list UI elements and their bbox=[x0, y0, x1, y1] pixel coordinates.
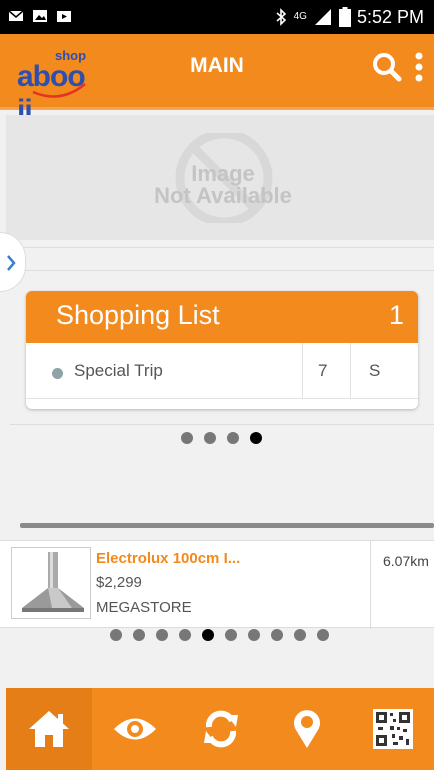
shopping-list-card: Shopping List 1 Special Trip 7 S bbox=[26, 291, 418, 409]
logo-swoosh-icon bbox=[32, 83, 86, 98]
divider bbox=[0, 247, 434, 248]
eye-icon bbox=[114, 718, 156, 740]
cell-divider bbox=[370, 541, 371, 629]
network-type: 4G bbox=[293, 11, 307, 22]
no-image-line2: Not Available bbox=[154, 183, 292, 208]
product-distance: 6.07km bbox=[383, 553, 429, 569]
status-bar: 4G 5:52 PM bbox=[0, 0, 434, 34]
image-icon bbox=[33, 10, 47, 22]
shopping-list-header[interactable]: Shopping List 1 bbox=[26, 291, 418, 343]
home-icon bbox=[29, 711, 69, 747]
divider bbox=[0, 270, 434, 271]
bullet-icon bbox=[52, 368, 63, 379]
banner-image[interactable]: Image Not Available bbox=[6, 115, 434, 240]
pager-dot[interactable] bbox=[248, 629, 260, 641]
pager-dot[interactable] bbox=[179, 629, 191, 641]
page-title: MAIN bbox=[190, 54, 244, 77]
nav-location[interactable] bbox=[264, 688, 350, 770]
qr-code-icon bbox=[373, 709, 413, 749]
pager-dot[interactable] bbox=[133, 629, 145, 641]
product-name: Electrolux 100cm I... bbox=[96, 550, 241, 567]
video-icon bbox=[57, 11, 71, 22]
app-bar: shop aboo ji MAIN bbox=[0, 34, 434, 127]
email-icon bbox=[8, 10, 24, 21]
cell-divider bbox=[302, 343, 303, 399]
signal-icon bbox=[314, 9, 331, 25]
status-time: 5:52 PM bbox=[356, 6, 424, 27]
list-item-qty: 7 bbox=[318, 361, 328, 380]
pager-dot[interactable] bbox=[110, 629, 122, 641]
pager-dot[interactable] bbox=[294, 629, 306, 641]
image-placeholder: Image Not Available bbox=[118, 133, 328, 223]
shopping-list-count: 1 bbox=[388, 300, 404, 330]
list-item-size: S bbox=[369, 361, 381, 380]
product-item[interactable]: Electrolux 100cm I... $2,299 MEGASTORE 6… bbox=[0, 540, 434, 629]
product-price: $2,299 bbox=[96, 574, 142, 591]
nav-refresh[interactable] bbox=[178, 688, 264, 770]
pager-dot[interactable] bbox=[271, 629, 283, 641]
product-thumbnail bbox=[11, 547, 91, 619]
chevron-right-icon bbox=[7, 255, 16, 271]
list-item-name: Special Trip bbox=[74, 361, 163, 380]
no-image-line1: Image bbox=[191, 161, 255, 186]
horizontal-scrollbar[interactable] bbox=[20, 523, 434, 528]
battery-icon bbox=[338, 7, 351, 27]
divider bbox=[10, 424, 434, 425]
list-item[interactable]: Special Trip 7 S bbox=[26, 343, 418, 399]
status-right: 4G 5:52 PM bbox=[274, 5, 424, 29]
product-store: MEGASTORE bbox=[96, 599, 192, 616]
pager-dot[interactable] bbox=[250, 432, 262, 444]
pager-dot[interactable] bbox=[204, 432, 216, 444]
pager-dot[interactable] bbox=[317, 629, 329, 641]
pager-dot[interactable] bbox=[156, 629, 168, 641]
pager-dot[interactable] bbox=[227, 432, 239, 444]
drawer-toggle[interactable] bbox=[0, 232, 26, 292]
nav-view[interactable] bbox=[92, 688, 178, 770]
nav-qr[interactable] bbox=[350, 688, 434, 770]
bluetooth-icon bbox=[276, 8, 286, 26]
bottom-nav bbox=[6, 688, 434, 770]
range-hood-icon bbox=[22, 552, 84, 612]
status-left bbox=[8, 8, 72, 24]
refresh-icon bbox=[204, 710, 238, 748]
shopping-list-title: Shopping List bbox=[56, 300, 220, 330]
pager-dot[interactable] bbox=[181, 432, 193, 444]
pager-dots-top bbox=[181, 432, 262, 444]
cell-divider bbox=[350, 343, 351, 399]
location-pin-icon bbox=[294, 710, 320, 748]
pager-dots-bottom bbox=[110, 629, 329, 641]
pager-dot[interactable] bbox=[202, 629, 214, 641]
no-image-text: Image Not Available bbox=[118, 163, 328, 207]
nav-home[interactable] bbox=[6, 688, 92, 770]
search-icon[interactable] bbox=[372, 52, 402, 82]
more-vertical-icon[interactable] bbox=[414, 52, 424, 82]
pager-dot[interactable] bbox=[225, 629, 237, 641]
